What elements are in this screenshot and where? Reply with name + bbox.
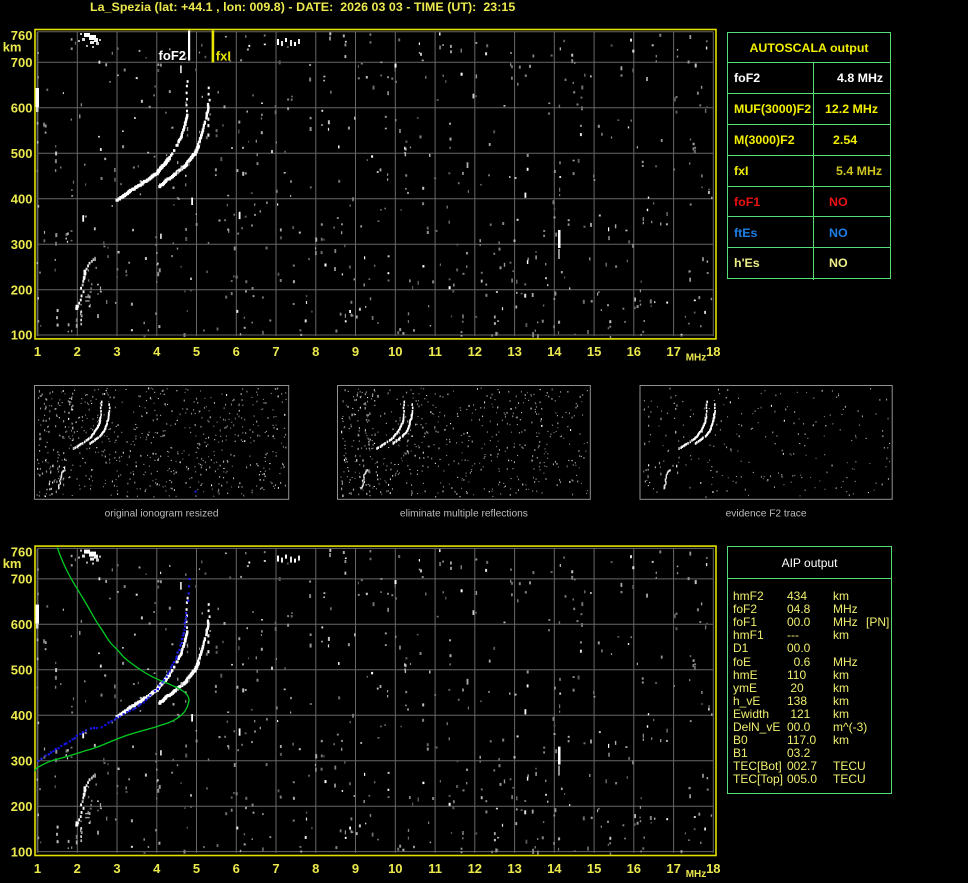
svg-text:17: 17 bbox=[666, 344, 680, 359]
svg-text:12: 12 bbox=[468, 861, 482, 876]
svg-text:600: 600 bbox=[11, 100, 33, 115]
svg-text:original ionogram resized: original ionogram resized bbox=[105, 509, 219, 520]
svg-text:9: 9 bbox=[352, 861, 359, 876]
svg-text:10: 10 bbox=[388, 861, 402, 876]
svg-text:600: 600 bbox=[11, 617, 33, 632]
svg-text:13: 13 bbox=[507, 344, 521, 359]
svg-text:300: 300 bbox=[11, 754, 33, 769]
svg-text:9: 9 bbox=[352, 344, 359, 359]
svg-text:eliminate multiple reflections: eliminate multiple reflections bbox=[400, 509, 528, 520]
svg-text:11: 11 bbox=[428, 861, 442, 876]
svg-text:4: 4 bbox=[153, 344, 161, 359]
svg-text:MHz: MHz bbox=[686, 869, 707, 880]
svg-text:1: 1 bbox=[34, 861, 41, 876]
svg-text:4: 4 bbox=[153, 861, 161, 876]
svg-text:7: 7 bbox=[272, 344, 279, 359]
svg-text:3: 3 bbox=[113, 344, 120, 359]
svg-text:8: 8 bbox=[312, 344, 319, 359]
svg-text:500: 500 bbox=[11, 663, 33, 678]
svg-text:16: 16 bbox=[627, 344, 641, 359]
svg-text:15: 15 bbox=[587, 861, 601, 876]
svg-text:12: 12 bbox=[468, 344, 482, 359]
svg-text:1: 1 bbox=[34, 344, 41, 359]
svg-text:2: 2 bbox=[74, 861, 81, 876]
svg-text:700: 700 bbox=[11, 55, 33, 70]
svg-text:200: 200 bbox=[11, 799, 33, 814]
svg-text:7: 7 bbox=[272, 861, 279, 876]
svg-text:100: 100 bbox=[11, 844, 33, 859]
svg-text:km: km bbox=[3, 556, 22, 571]
svg-text:17: 17 bbox=[666, 861, 680, 876]
svg-text:13: 13 bbox=[507, 861, 521, 876]
svg-text:11: 11 bbox=[428, 344, 442, 359]
svg-text:MHz: MHz bbox=[686, 353, 707, 364]
svg-text:14: 14 bbox=[547, 861, 562, 876]
svg-text:6: 6 bbox=[233, 344, 240, 359]
svg-text:18: 18 bbox=[706, 344, 720, 359]
svg-text:300: 300 bbox=[11, 237, 33, 252]
svg-text:15: 15 bbox=[587, 344, 601, 359]
svg-text:fxI: fxI bbox=[216, 49, 231, 64]
svg-text:6: 6 bbox=[233, 861, 240, 876]
svg-text:5: 5 bbox=[193, 861, 200, 876]
svg-text:10: 10 bbox=[388, 344, 402, 359]
svg-text:500: 500 bbox=[11, 146, 33, 161]
svg-text:400: 400 bbox=[11, 191, 33, 206]
svg-text:2: 2 bbox=[74, 344, 81, 359]
svg-text:14: 14 bbox=[547, 344, 562, 359]
svg-text:km: km bbox=[3, 39, 22, 54]
svg-text:8: 8 bbox=[312, 861, 319, 876]
svg-text:5: 5 bbox=[193, 344, 200, 359]
svg-text:16: 16 bbox=[627, 861, 641, 876]
svg-text:400: 400 bbox=[11, 708, 33, 723]
svg-text:200: 200 bbox=[11, 282, 33, 297]
svg-text:700: 700 bbox=[11, 572, 33, 587]
svg-text:18: 18 bbox=[706, 861, 720, 876]
svg-text:foF2: foF2 bbox=[159, 48, 186, 63]
svg-text:3: 3 bbox=[113, 861, 120, 876]
svg-text:evidence F2 trace: evidence F2 trace bbox=[726, 509, 807, 520]
svg-text:100: 100 bbox=[11, 328, 33, 343]
